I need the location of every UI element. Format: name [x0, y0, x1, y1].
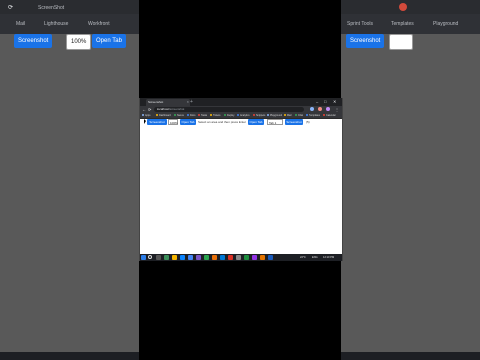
windows-start-icon[interactable]: [141, 255, 146, 260]
open-tab-button-2[interactable]: Open Tab: [248, 119, 264, 125]
background-bookmarks-bar: Mail Lighthouse Workfront: [0, 14, 139, 34]
screenshot-button[interactable]: Screenshot: [147, 119, 167, 125]
back-icon[interactable]: ←: [142, 107, 146, 112]
bookmark-item[interactable]: Calendar: [323, 113, 336, 118]
edge-icon[interactable]: [180, 255, 185, 260]
file-explorer-icon[interactable]: [172, 255, 177, 260]
reload-icon[interactable]: ⟳: [148, 107, 151, 112]
bookmark-item[interactable]: Tasks: [198, 113, 207, 118]
app-icon[interactable]: [244, 255, 249, 260]
bookmark-item[interactable]: Docs: [187, 113, 195, 118]
chrome-icon[interactable]: [188, 255, 193, 260]
background-bookmark: Templates: [391, 21, 414, 27]
zoom-select[interactable]: 100%: [168, 119, 178, 125]
background-bookmarks-bar: Sprint Tools Templates Playground: [341, 14, 480, 34]
extension-icon[interactable]: [318, 107, 322, 111]
close-window-icon[interactable]: ✕: [333, 98, 336, 105]
app-icon[interactable]: [204, 255, 209, 260]
windows-taskbar: 22°C ENG 12:10 PM: [140, 254, 342, 261]
weather-text: 22°C: [300, 256, 306, 259]
address-path: /screenshot: [168, 107, 185, 111]
extension-icon[interactable]: [310, 107, 314, 111]
bookmark-item[interactable]: Templates: [306, 113, 320, 118]
count-text: (5): [306, 120, 310, 124]
language-text[interactable]: ENG: [312, 254, 318, 261]
mouse-cursor-icon: [144, 119, 146, 124]
bookmark-item[interactable]: Playground: [267, 113, 282, 118]
maximize-icon[interactable]: □: [324, 98, 326, 105]
bookmark-item[interactable]: Snippets: [253, 113, 265, 118]
page-content: Screenshot 100% Open Tab Select an area …: [140, 119, 342, 254]
app-icon[interactable]: [236, 255, 241, 260]
bookmark-item[interactable]: Tickets: [210, 113, 220, 118]
background-taskbar: [341, 352, 480, 360]
task-view-icon[interactable]: [156, 255, 161, 260]
bookmark-item[interactable]: Apps: [142, 113, 150, 118]
tab-screenshot[interactable]: Screenshot ✕: [146, 99, 190, 106]
new-tab-icon[interactable]: +: [190, 99, 193, 105]
app-icon[interactable]: [228, 255, 233, 260]
screenshot-button-2[interactable]: Screenshot: [285, 119, 303, 125]
browser-toolbar: ← ⟳ localhost/screenshot ⋮: [140, 106, 342, 113]
close-icon[interactable]: ✕: [186, 99, 189, 106]
background-screenshot-button: Screenshot: [346, 34, 385, 48]
hint-text: Select an area and then press Enter: [198, 120, 246, 124]
background-refresh-icon: ⟳: [8, 5, 14, 11]
tab-strip: Screenshot ✕ + – □ ✕: [140, 98, 342, 106]
address-bar[interactable]: localhost/screenshot: [154, 107, 304, 112]
background-screenshot-button: Screenshot: [14, 34, 53, 48]
background-tabstrip: ⟳ ScreenShot: [0, 0, 139, 14]
browser-window: Screenshot ✕ + – □ ✕ ← ⟳ localhost/scree…: [139, 98, 343, 261]
menu-icon[interactable]: ⋮: [335, 107, 339, 112]
background-bookmark: Mail: [16, 21, 26, 27]
bookmark-item[interactable]: Mail: [284, 113, 291, 118]
bookmark-item[interactable]: Chat: [295, 113, 303, 118]
open-tab-button[interactable]: Open Tab: [180, 119, 196, 125]
background-zoom-select: 100%: [66, 34, 92, 50]
bookmark-item[interactable]: Nexus: [174, 113, 184, 118]
app-icon[interactable]: [252, 255, 257, 260]
address-host: localhost: [157, 107, 169, 111]
background-bookmark: Lighthouse: [44, 21, 69, 27]
background-open-tab-button: Open Tab: [92, 34, 126, 48]
clock-text[interactable]: 12:10 PM: [323, 254, 334, 261]
app-icon[interactable]: [212, 255, 217, 260]
bookmark-item[interactable]: Dashboard: [156, 113, 171, 118]
background-bookmark: Sprint Tools: [347, 21, 374, 27]
bookmark-item[interactable]: Analytics: [237, 113, 250, 118]
background-right-panel: Sprint Tools Templates Playground Screen…: [341, 0, 480, 360]
tab-title: Screenshot: [148, 100, 164, 104]
background-taskbar: [0, 352, 139, 360]
background-left-panel: ⟳ ScreenShot Mail Lighthouse Workfront S…: [0, 0, 139, 360]
vscode-icon[interactable]: [220, 255, 225, 260]
minimize-icon[interactable]: –: [316, 98, 318, 105]
search-icon[interactable]: [148, 255, 152, 259]
background-bookmark: Workfront: [88, 21, 110, 27]
app-icon[interactable]: [164, 255, 169, 260]
background-tabstrip: [341, 0, 480, 14]
app-icon[interactable]: [196, 255, 201, 260]
background-select: [389, 34, 413, 50]
app-icon[interactable]: [268, 255, 273, 260]
background-bookmark: Playground: [433, 21, 459, 27]
bookmark-item[interactable]: Deploy: [224, 113, 234, 118]
background-tab-title: ScreenShot: [38, 5, 65, 11]
app-icon[interactable]: [260, 255, 265, 260]
tab-select[interactable]: Tab 1: [267, 119, 283, 125]
profile-avatar-icon[interactable]: [326, 107, 330, 111]
background-profile-icon: [399, 3, 407, 11]
